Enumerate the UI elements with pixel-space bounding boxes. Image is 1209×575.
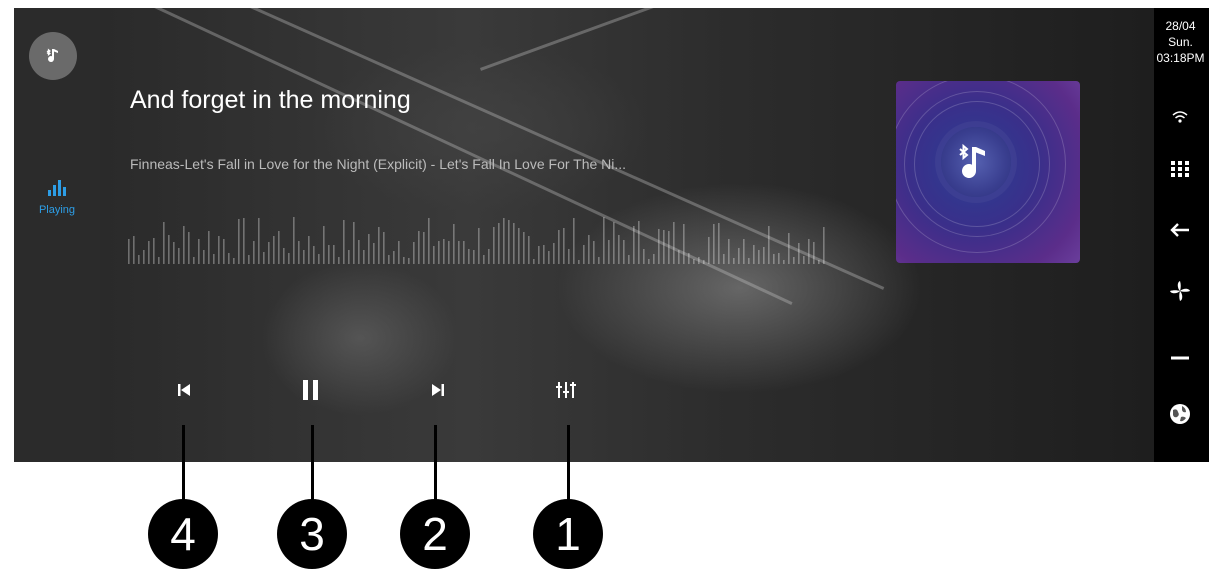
bluetooth-music-note-icon [941,127,1011,197]
equalizer-sliders-icon [556,382,576,398]
callout-badge-2: 2 [400,499,470,569]
nav-item-playing[interactable]: Playing [28,180,86,216]
pause-button[interactable] [291,372,331,408]
equalizer-button[interactable] [546,372,586,408]
status-day: Sun. [1168,35,1193,49]
skip-previous-icon [178,384,190,396]
fan-icon[interactable] [1162,276,1198,306]
callout-line-2 [434,425,437,500]
track-title: And forget in the morning [130,86,411,114]
callout-badge-3: 3 [277,499,347,569]
album-art [896,81,1080,263]
callout-line-3 [311,425,314,500]
callout-badge-4: 4 [148,499,218,569]
next-track-button[interactable] [418,372,458,408]
back-arrow-icon[interactable] [1162,215,1198,245]
nav-item-playing-label: Playing [38,204,76,216]
bluetooth-music-source-button[interactable] [29,32,77,80]
media-player-screen: Playing And forget in the morning Finnea… [14,8,1209,462]
wifi-icon [1162,102,1198,132]
status-time: 03:18PM [1156,51,1205,65]
callout-line-4 [182,425,185,500]
status-clock: 28/04 Sun. 03:18PM [1152,18,1209,66]
audio-waveform [128,217,825,264]
previous-track-button[interactable] [164,372,204,408]
status-date: 28/04 [1165,19,1196,33]
callout-badge-1: 1 [533,499,603,569]
left-sidebar: Playing [14,8,100,462]
apps-grid-icon[interactable] [1162,154,1198,184]
track-subtitle: Finneas-Let's Fall in Love for the Night… [130,156,627,172]
callout-line-1 [567,425,570,500]
bluetooth-music-icon [46,48,58,63]
equalizer-bars-icon [28,180,86,196]
pause-icon [303,380,318,400]
globe-icon[interactable] [1162,399,1198,429]
minus-icon[interactable] [1162,343,1198,373]
skip-next-icon [432,384,444,396]
